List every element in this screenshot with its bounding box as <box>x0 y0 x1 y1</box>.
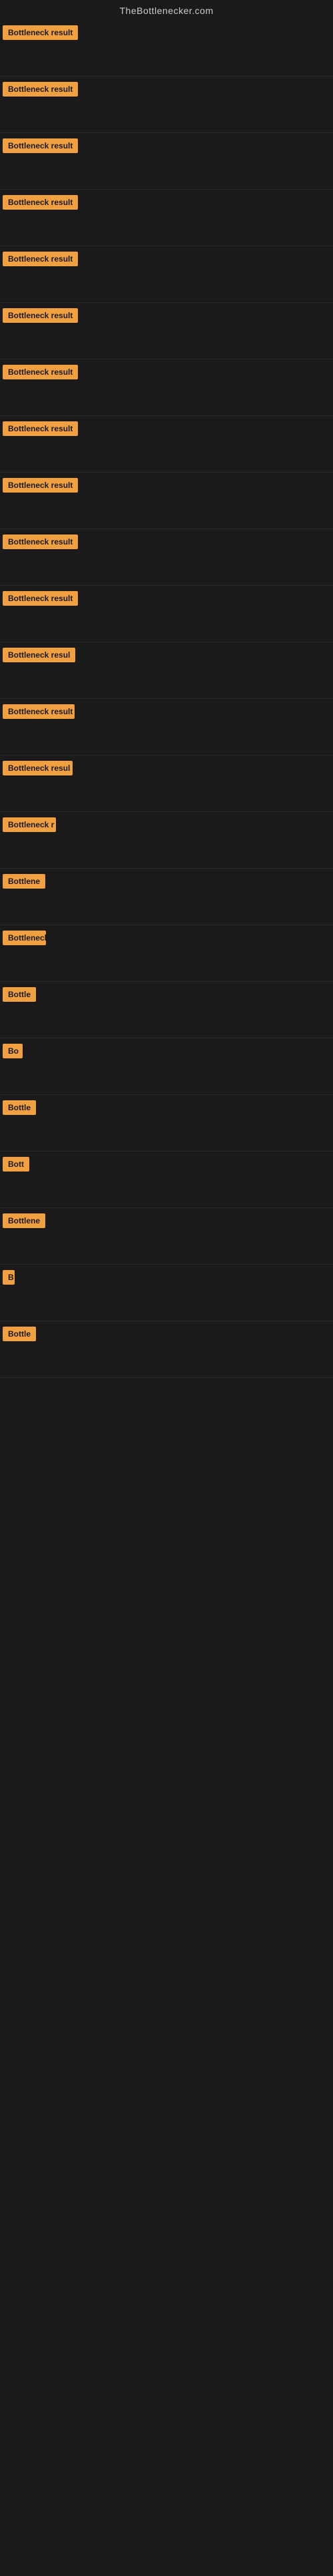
result-section-12: Bottleneck resul <box>0 642 333 699</box>
result-section-6: Bottleneck result <box>0 303 333 359</box>
bottleneck-badge-6[interactable]: Bottleneck result <box>3 308 78 323</box>
result-row-22: Bottlene <box>3 1213 330 1228</box>
result-row-12: Bottleneck resul <box>3 648 330 662</box>
result-row-21: Bott <box>3 1157 330 1172</box>
result-section-14: Bottleneck resul <box>0 755 333 812</box>
site-header: TheBottlenecker.com <box>0 0 333 20</box>
result-row-5: Bottleneck result <box>3 252 330 266</box>
bottleneck-badge-8[interactable]: Bottleneck result <box>3 421 78 436</box>
content-area-4 <box>3 214 330 240</box>
content-area-24 <box>3 1345 330 1372</box>
result-section-19: Bo <box>0 1038 333 1095</box>
content-area-12 <box>3 666 330 693</box>
result-row-19: Bo <box>3 1044 330 1058</box>
content-area-21 <box>3 1176 330 1202</box>
content-area-15 <box>3 836 330 863</box>
result-row-10: Bottleneck result <box>3 535 330 549</box>
bottleneck-badge-3[interactable]: Bottleneck result <box>3 138 78 153</box>
site-title: TheBottlenecker.com <box>119 5 213 16</box>
bottleneck-badge-1[interactable]: Bottleneck result <box>3 25 78 40</box>
result-row-20: Bottle <box>3 1100 330 1115</box>
result-row-16: Bottlene <box>3 874 330 889</box>
content-area-3 <box>3 157 330 184</box>
content-area-5 <box>3 270 330 297</box>
bottleneck-badge-21[interactable]: Bott <box>3 1157 29 1172</box>
result-row-13: Bottleneck result <box>3 704 330 719</box>
bottleneck-badge-18[interactable]: Bottle <box>3 987 36 1002</box>
content-area-17 <box>3 949 330 976</box>
bottleneck-badge-20[interactable]: Bottle <box>3 1100 36 1115</box>
content-area-16 <box>3 893 330 919</box>
content-area-14 <box>3 779 330 806</box>
bottleneck-badge-15[interactable]: Bottleneck r <box>3 817 56 832</box>
content-area-9 <box>3 497 330 523</box>
content-area-20 <box>3 1119 330 1146</box>
result-section-3: Bottleneck result <box>0 133 333 190</box>
result-row-11: Bottleneck result <box>3 591 330 606</box>
result-row-14: Bottleneck resul <box>3 761 330 775</box>
content-area-6 <box>3 327 330 353</box>
result-row-8: Bottleneck result <box>3 421 330 436</box>
content-area-7 <box>3 383 330 410</box>
result-row-4: Bottleneck result <box>3 195 330 210</box>
result-section-4: Bottleneck result <box>0 190 333 246</box>
content-area-2 <box>3 101 330 127</box>
bottleneck-badge-9[interactable]: Bottleneck result <box>3 478 78 493</box>
result-section-23: B <box>0 1265 333 1321</box>
bottleneck-badge-4[interactable]: Bottleneck result <box>3 195 78 210</box>
bottleneck-badge-13[interactable]: Bottleneck result <box>3 704 75 719</box>
result-section-16: Bottlene <box>0 869 333 925</box>
result-section-21: Bott <box>0 1152 333 1208</box>
content-area-8 <box>3 440 330 467</box>
result-row-24: Bottle <box>3 1327 330 1341</box>
result-section-22: Bottlene <box>0 1208 333 1265</box>
bottleneck-badge-7[interactable]: Bottleneck result <box>3 365 78 379</box>
result-section-2: Bottleneck result <box>0 77 333 133</box>
result-section-15: Bottleneck r <box>0 812 333 869</box>
result-section-1: Bottleneck result <box>0 20 333 77</box>
content-area-22 <box>3 1232 330 1259</box>
result-row-1: Bottleneck result <box>3 25 330 40</box>
bottleneck-badge-24[interactable]: Bottle <box>3 1327 36 1341</box>
result-section-10: Bottleneck result <box>0 529 333 586</box>
result-section-13: Bottleneck result <box>0 699 333 755</box>
content-area-19 <box>3 1062 330 1089</box>
result-section-17: Bottleneck <box>0 925 333 982</box>
content-area-1 <box>3 44 330 71</box>
bottleneck-badge-19[interactable]: Bo <box>3 1044 23 1058</box>
bottleneck-badge-5[interactable]: Bottleneck result <box>3 252 78 266</box>
bottleneck-badge-14[interactable]: Bottleneck resul <box>3 761 73 775</box>
content-area-13 <box>3 723 330 750</box>
result-section-18: Bottle <box>0 982 333 1038</box>
content-area-23 <box>3 1289 330 1315</box>
content-area-11 <box>3 610 330 636</box>
content-area-10 <box>3 553 330 580</box>
result-row-15: Bottleneck r <box>3 817 330 832</box>
result-section-11: Bottleneck result <box>0 586 333 642</box>
bottleneck-badge-23[interactable]: B <box>3 1270 15 1285</box>
result-section-5: Bottleneck result <box>0 246 333 303</box>
result-row-6: Bottleneck result <box>3 308 330 323</box>
result-row-18: Bottle <box>3 987 330 1002</box>
result-section-24: Bottle <box>0 1321 333 1378</box>
result-row-3: Bottleneck result <box>3 138 330 153</box>
result-section-8: Bottleneck result <box>0 416 333 473</box>
bottleneck-badge-22[interactable]: Bottlene <box>3 1213 45 1228</box>
result-row-2: Bottleneck result <box>3 82 330 97</box>
result-row-23: B <box>3 1270 330 1285</box>
result-row-9: Bottleneck result <box>3 478 330 493</box>
bottom-spacer <box>0 1378 333 2576</box>
result-row-7: Bottleneck result <box>3 365 330 379</box>
result-row-17: Bottleneck <box>3 931 330 945</box>
content-area-18 <box>3 1006 330 1032</box>
bottleneck-badge-17[interactable]: Bottleneck <box>3 931 46 945</box>
bottleneck-badge-11[interactable]: Bottleneck result <box>3 591 78 606</box>
bottleneck-badge-2[interactable]: Bottleneck result <box>3 82 78 97</box>
result-section-7: Bottleneck result <box>0 359 333 416</box>
bottleneck-badge-12[interactable]: Bottleneck resul <box>3 648 75 662</box>
result-section-20: Bottle <box>0 1095 333 1152</box>
bottleneck-badge-16[interactable]: Bottlene <box>3 874 45 889</box>
result-section-9: Bottleneck result <box>0 473 333 529</box>
bottleneck-badge-10[interactable]: Bottleneck result <box>3 535 78 549</box>
